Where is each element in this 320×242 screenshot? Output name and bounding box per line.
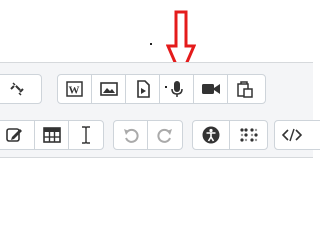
code-icon: [282, 128, 302, 142]
html-source-button[interactable]: [275, 121, 309, 149]
record-video-button[interactable]: [194, 75, 228, 103]
accessibility-checker-button[interactable]: [193, 121, 230, 149]
image-icon: [99, 81, 118, 97]
media-file-icon: [135, 80, 151, 98]
media-group: W: [57, 74, 266, 104]
unlink-button[interactable]: [0, 75, 41, 103]
video-camera-icon: [201, 82, 221, 96]
edit-icon: [5, 126, 23, 144]
edit-group: [0, 120, 104, 150]
accessibility-icon: [202, 126, 220, 144]
microphone-icon: [170, 80, 184, 98]
svg-text:W: W: [68, 85, 79, 97]
braille-icon: [239, 127, 259, 143]
stray-dot: [165, 86, 167, 88]
stray-dot: [150, 43, 152, 45]
copy-paste-icon: [236, 80, 254, 98]
paste-from-word-button[interactable]: W: [58, 75, 92, 103]
table-icon: [42, 127, 61, 143]
word-paste-icon: W: [65, 80, 85, 98]
edit-button[interactable]: [0, 121, 35, 149]
undo-button[interactable]: [114, 121, 148, 149]
insert-table-button[interactable]: [35, 121, 69, 149]
code-group: [274, 120, 320, 150]
undo-icon: [123, 127, 139, 143]
record-audio-button[interactable]: [160, 75, 194, 103]
history-group: [113, 120, 183, 150]
editor-toolbar-row-2: [0, 109, 320, 158]
insert-media-button[interactable]: [126, 75, 160, 103]
unlink-icon: [8, 80, 26, 98]
accessibility-group: [192, 120, 268, 150]
copy-paste-button[interactable]: [228, 75, 262, 103]
link-group: [0, 74, 42, 104]
screen-reader-helper-button[interactable]: [230, 121, 267, 149]
insert-image-button[interactable]: [92, 75, 126, 103]
redo-button[interactable]: [148, 121, 182, 149]
text-cursor-button[interactable]: [69, 121, 103, 149]
redo-icon: [157, 127, 173, 143]
text-cursor-icon: [80, 125, 92, 145]
editor-toolbar-row-1: W: [0, 62, 313, 110]
